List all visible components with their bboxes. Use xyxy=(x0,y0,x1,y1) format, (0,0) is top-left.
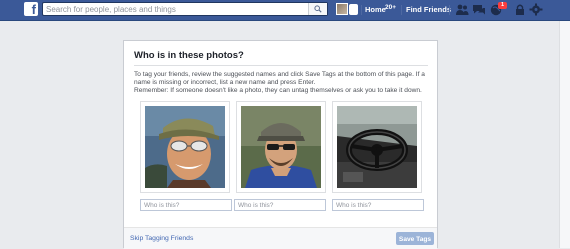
save-tags-button[interactable]: Save Tags xyxy=(396,232,434,245)
instructions-text: To tag your friends, review the suggeste… xyxy=(134,71,430,96)
nav-divider xyxy=(361,5,362,15)
notification-badge: 1 xyxy=(498,2,507,9)
home-count-badge: 20+ xyxy=(385,4,397,11)
friend-requests-icon[interactable] xyxy=(455,3,469,16)
chat-sidebar-edge xyxy=(559,21,570,248)
top-navigation-bar: f Home 20+ Find Friends 1 xyxy=(0,0,570,21)
divider xyxy=(134,65,428,66)
profile-avatar[interactable] xyxy=(336,3,348,15)
skip-tagging-friends-link[interactable]: Skip Tagging Friends xyxy=(130,235,193,242)
who-is-this-input-2[interactable] xyxy=(234,199,326,211)
nav-divider xyxy=(449,5,450,15)
search-icon xyxy=(314,5,322,13)
search-input[interactable] xyxy=(46,3,308,15)
settings-gear-icon[interactable] xyxy=(529,3,543,16)
who-is-this-input-1[interactable] xyxy=(140,199,232,211)
messages-icon[interactable] xyxy=(472,3,486,16)
photo-thumbnail-1[interactable] xyxy=(140,101,230,193)
search-button[interactable] xyxy=(308,3,327,15)
dialog-title: Who is in these photos? xyxy=(134,50,244,61)
search-box xyxy=(42,2,328,16)
photo-thumbnail-3[interactable] xyxy=(332,101,422,193)
privacy-lock-icon[interactable] xyxy=(513,3,527,16)
profile-name-redacted[interactable] xyxy=(349,4,358,15)
instructions-line: To tag your friends, review the suggeste… xyxy=(134,71,425,87)
boat-steering-wheel-photo-icon xyxy=(337,106,417,188)
tag-photos-dialog: Who is in these photos? To tag your frie… xyxy=(123,40,438,249)
woman-sunglasses-photo-icon xyxy=(145,106,225,188)
find-friends-link[interactable]: Find Friends xyxy=(406,5,451,14)
man-cap-photo-icon xyxy=(241,106,321,188)
dialog-footer: Skip Tagging Friends Save Tags xyxy=(124,227,437,249)
facebook-logo-icon[interactable]: f xyxy=(24,2,38,16)
home-link[interactable]: Home xyxy=(365,5,386,14)
nav-divider xyxy=(401,5,402,15)
who-is-this-input-3[interactable] xyxy=(332,199,424,211)
instructions-reminder: Remember: If someone doesn't like a phot… xyxy=(134,87,422,95)
photo-thumbnail-2[interactable] xyxy=(236,101,326,193)
